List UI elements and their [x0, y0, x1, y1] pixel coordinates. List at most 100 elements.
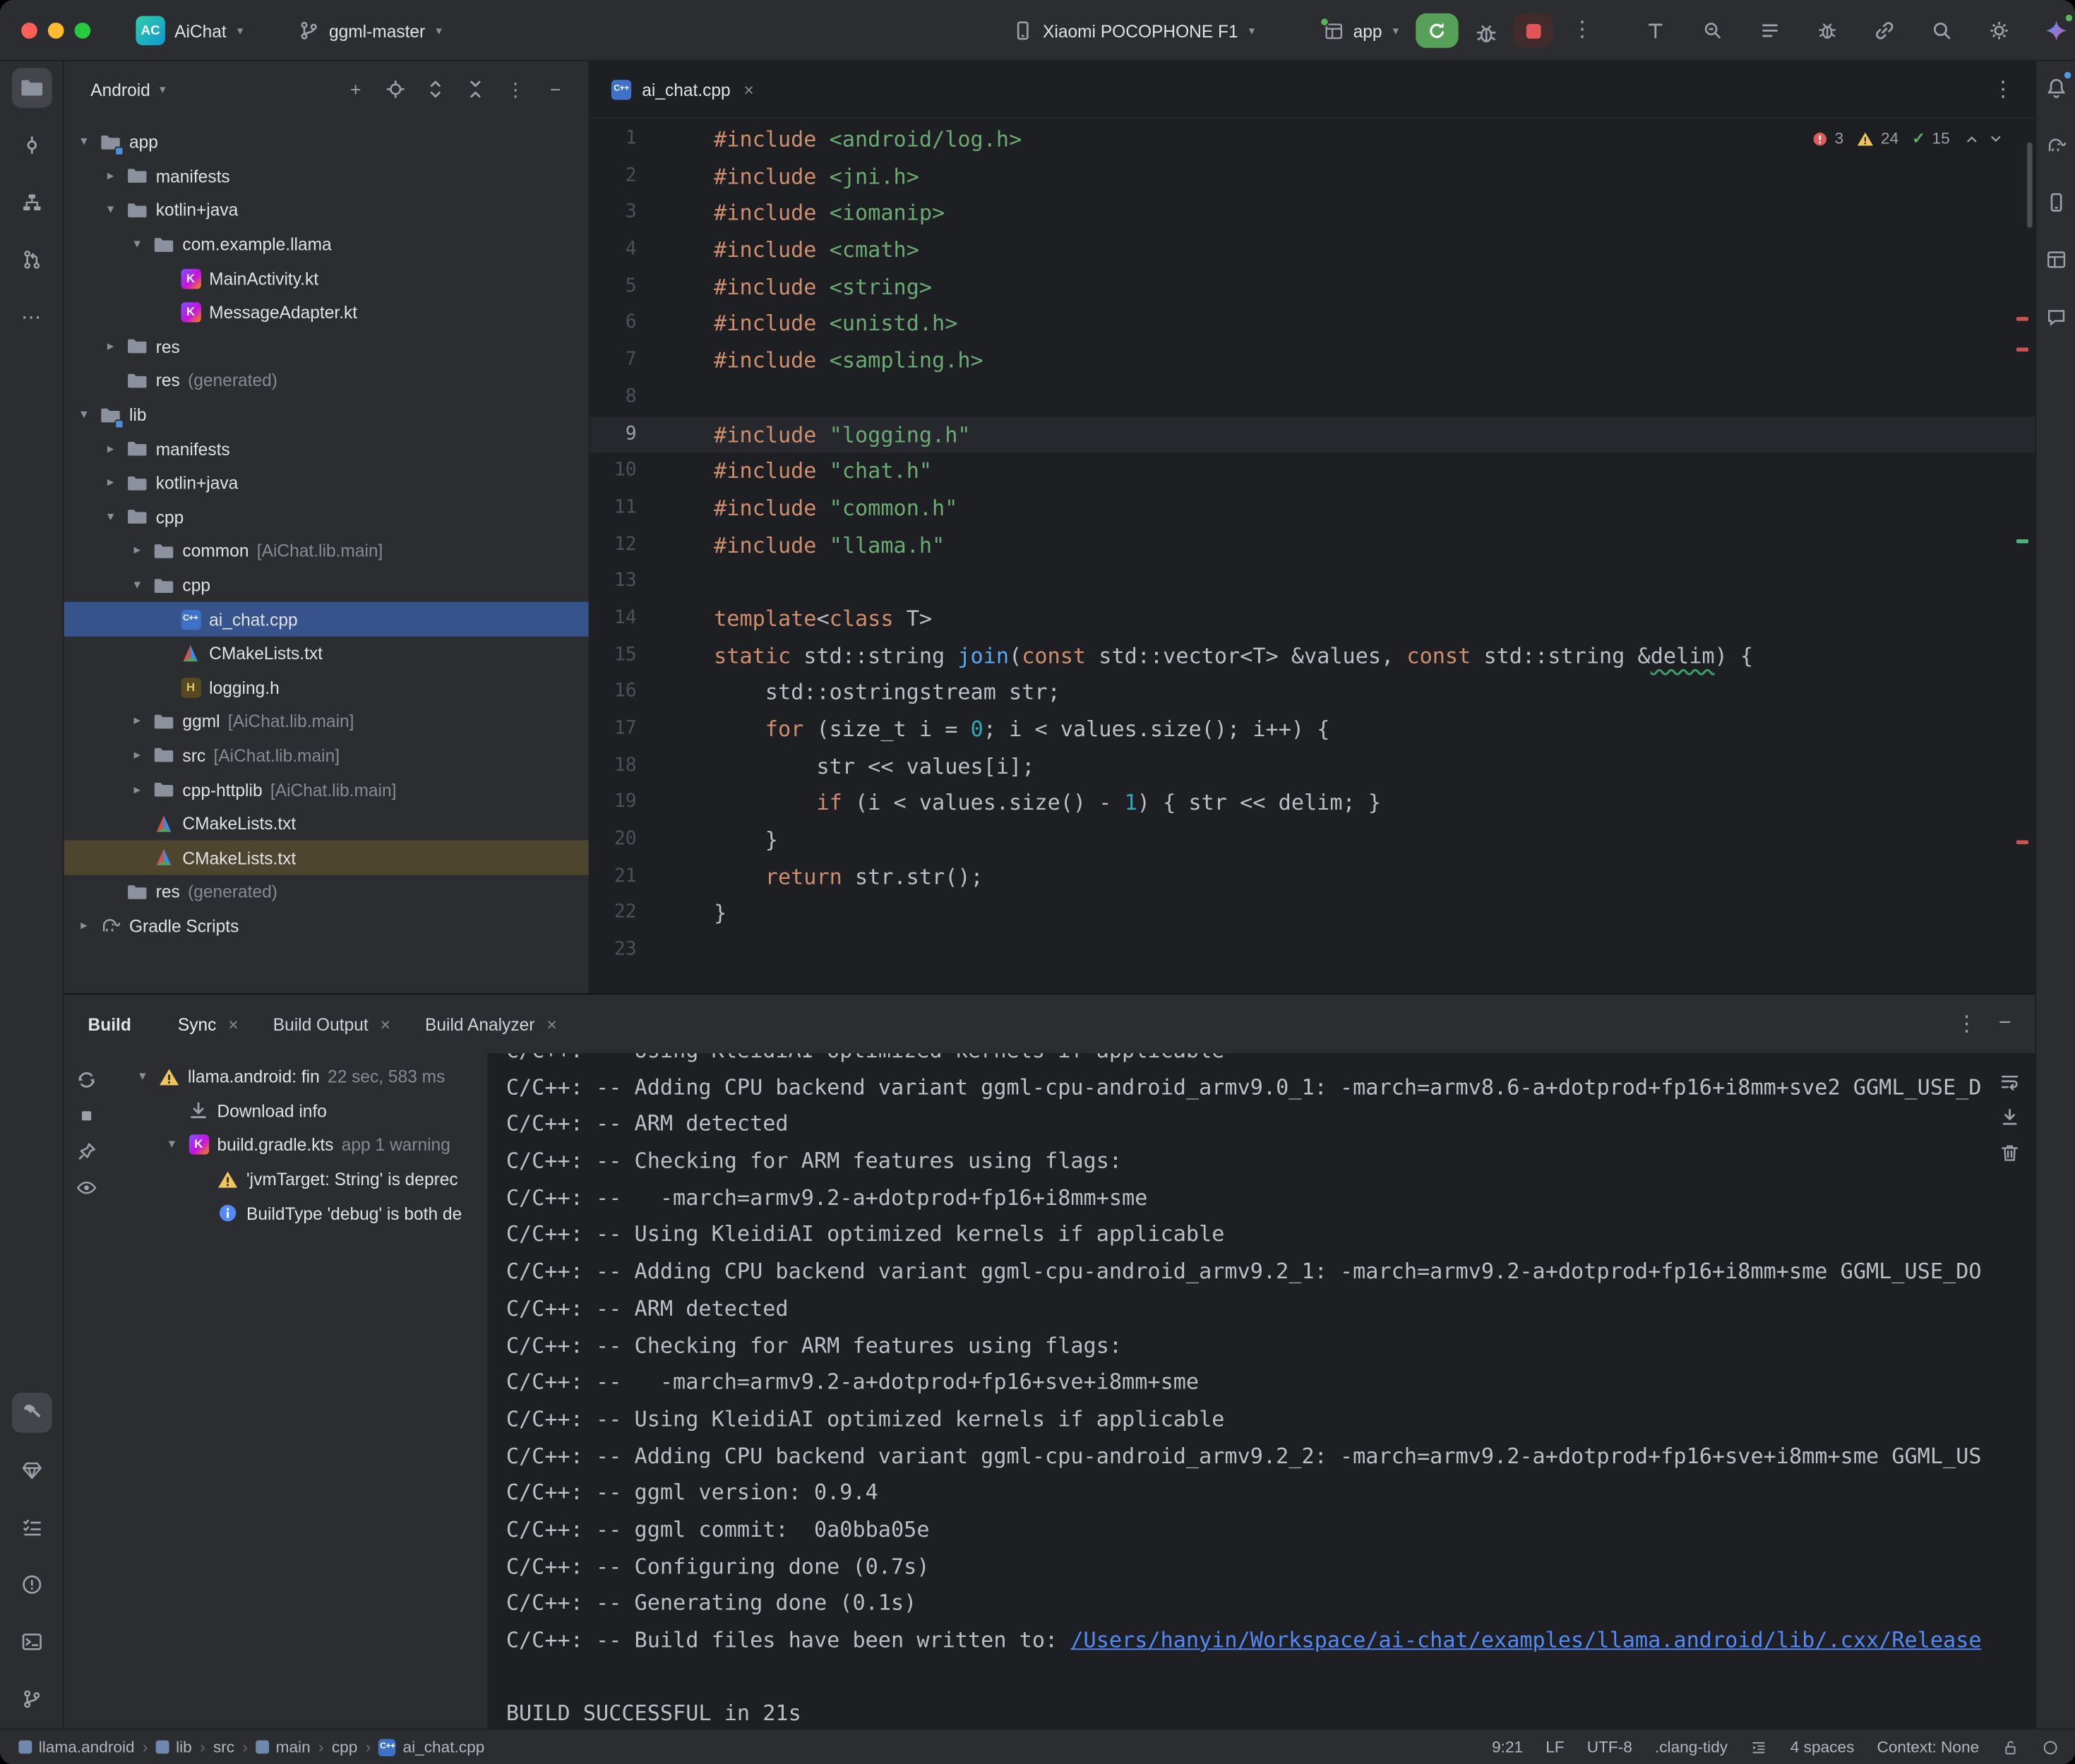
- chevron-expanded-icon[interactable]: ▾: [126, 237, 148, 252]
- console-line[interactable]: C/C++: -- ARM detected: [506, 1290, 2035, 1327]
- console-line[interactable]: C/C++: -- -march=armv9.2-a+dotprod+fp16+…: [506, 1364, 2035, 1400]
- project-selector[interactable]: AC AiChat ▾: [128, 11, 251, 51]
- cursor-position-widget[interactable]: 9:21: [1492, 1738, 1523, 1756]
- more-actions-icon[interactable]: ⋮: [1572, 16, 1593, 43]
- close-tab-icon[interactable]: ×: [381, 1014, 390, 1033]
- terminal-tool-button[interactable]: [11, 1622, 52, 1662]
- build-tool-button[interactable]: [11, 1393, 52, 1433]
- lock-button[interactable]: [2002, 1739, 2019, 1756]
- close-tab-icon[interactable]: ×: [228, 1014, 238, 1033]
- code-line-5[interactable]: #include <string>: [590, 269, 2035, 306]
- dependencies-tool-button[interactable]: [11, 1450, 52, 1490]
- console-line[interactable]: C/C++: -- ggml version: 0.9.4: [506, 1475, 2035, 1511]
- device-selector[interactable]: Xiaomi POCOPHONE F1 ▾: [1004, 11, 1262, 51]
- console-line[interactable]: C/C++: -- Using KleidiAI optimized kerne…: [506, 1400, 2035, 1437]
- project-tool-button[interactable]: [11, 68, 52, 108]
- error-stripe-mark[interactable]: [2016, 347, 2028, 352]
- locate-file-button[interactable]: [380, 73, 412, 105]
- code-line-16[interactable]: std::ostringstream str;: [590, 674, 2035, 711]
- code-line-20[interactable]: }: [590, 822, 2035, 858]
- more-tool-windows-button[interactable]: ⋯: [11, 297, 52, 337]
- next-issue-icon[interactable]: [1987, 130, 2005, 148]
- console-link[interactable]: /Users/hanyin/Workspace/ai-chat/examples…: [1070, 1627, 1981, 1652]
- commit-tool-button[interactable]: [11, 125, 52, 165]
- tree-item-gradle-scripts[interactable]: ▸Gradle Scripts: [64, 909, 589, 943]
- code-line-15[interactable]: static std::string join(const std::vecto…: [590, 637, 2035, 674]
- code-line-7[interactable]: #include <sampling.h>: [590, 342, 2035, 379]
- line-separator-widget[interactable]: LF: [1545, 1738, 1564, 1756]
- settings-button[interactable]: [1983, 15, 2015, 47]
- build-panel-options-icon[interactable]: ⋮: [1956, 1011, 1977, 1038]
- line-number-gutter[interactable]: 1234567891011121314151617181920212223: [590, 121, 637, 969]
- tree-item-mainactivity-kt[interactable]: KMainActivity.kt: [64, 261, 589, 295]
- collapse-all-button[interactable]: [460, 73, 491, 105]
- scroll-to-end-icon[interactable]: [1999, 1107, 2020, 1128]
- editor-options-icon[interactable]: ⋮: [1992, 76, 2035, 103]
- error-stripe-mark[interactable]: [2016, 317, 2028, 321]
- chevron-expanded-icon[interactable]: ▾: [132, 1069, 153, 1084]
- status-indicator-button[interactable]: [2042, 1739, 2059, 1756]
- tree-item-messageadapter-kt[interactable]: KMessageAdapter.kt: [64, 296, 589, 330]
- chevron-expanded-icon[interactable]: ▾: [100, 510, 121, 524]
- console-line[interactable]: C/C++: -- Build files have been written …: [506, 1622, 2035, 1659]
- close-window-button[interactable]: [21, 23, 37, 39]
- profiler-button[interactable]: [1812, 15, 1843, 47]
- run-button[interactable]: [1416, 13, 1458, 48]
- code-search-button[interactable]: [1697, 15, 1728, 47]
- tree-item-llama-android-fin[interactable]: ▾llama.android: fin22 sec, 583 ms: [64, 1060, 488, 1094]
- code-line-19[interactable]: if (i < values.size() - 1) { str << deli…: [590, 785, 2035, 822]
- code-line-8[interactable]: [590, 379, 2035, 416]
- chevron-collapsed-icon[interactable]: ▸: [100, 340, 121, 354]
- pull-requests-tool-button[interactable]: [11, 240, 52, 280]
- tree-item-buildtype-debug-is-both-de[interactable]: BuildType 'debug' is both de: [64, 1196, 488, 1230]
- code-style-button[interactable]: [1750, 1739, 1768, 1756]
- breadcrumb-item-cpp[interactable]: cpp: [332, 1738, 358, 1756]
- change-stripe-mark[interactable]: [2016, 539, 2028, 544]
- breadcrumb-item-llama-android[interactable]: llama.android: [18, 1738, 134, 1756]
- tree-item-cmakelists-txt[interactable]: CMakeLists.txt: [64, 841, 589, 875]
- expand-all-button[interactable]: [419, 73, 451, 105]
- console-line[interactable]: C/C++: -- ggml commit: 0a0bba05e: [506, 1511, 2035, 1548]
- context-widget[interactable]: Context: None: [1877, 1738, 1979, 1756]
- build-console[interactable]: C/C++: -- Using KleidiAI optimized kerne…: [489, 1053, 2035, 1728]
- chevron-expanded-icon[interactable]: ▾: [73, 407, 95, 422]
- console-line[interactable]: BUILD SUCCESSFUL in 21s: [506, 1696, 2035, 1728]
- editor-body[interactable]: #include <android/log.h>#include <jni.h>…: [590, 119, 2035, 993]
- console-line[interactable]: C/C++: -- Generating done (0.1s): [506, 1585, 2035, 1621]
- breadcrumb-item-ai-chat-cpp[interactable]: C++ai_chat.cpp: [379, 1738, 485, 1756]
- tree-item-app[interactable]: ▾app: [64, 125, 589, 159]
- inspections-widget[interactable]: 3 24 ✓ 15: [1801, 125, 2014, 152]
- chevron-collapsed-icon[interactable]: ▸: [100, 476, 121, 491]
- minimize-window-button[interactable]: [48, 23, 64, 39]
- todo-tool-button[interactable]: [11, 1507, 52, 1547]
- breadcrumb-item-lib[interactable]: lib: [156, 1738, 192, 1756]
- code-line-14[interactable]: template<class T>: [590, 601, 2035, 637]
- tree-item-manifests[interactable]: ▸manifests: [64, 432, 589, 466]
- close-tab-icon[interactable]: ×: [546, 1014, 556, 1033]
- console-line[interactable]: C/C++: -- Adding CPU backend variant ggm…: [506, 1253, 2035, 1290]
- project-view-selector[interactable]: Android ▾: [90, 79, 165, 99]
- tree-item-lib[interactable]: ▾lib: [64, 398, 589, 432]
- tree-item-ggml[interactable]: ▸ggml[AiChat.lib.main]: [64, 704, 589, 738]
- console-line[interactable]: C/C++: -- Configuring done (0.7s): [506, 1548, 2035, 1585]
- tree-item-cmakelists-txt[interactable]: CMakeLists.txt: [64, 637, 589, 671]
- chevron-collapsed-icon[interactable]: ▸: [100, 169, 121, 184]
- tree-item-kotlin-java[interactable]: ▸kotlin+java: [64, 466, 589, 500]
- chevron-collapsed-icon[interactable]: ▸: [126, 544, 148, 558]
- console-line[interactable]: [506, 1659, 2035, 1696]
- run-configuration-selector[interactable]: app ▾: [1316, 11, 1407, 51]
- console-line[interactable]: C/C++: -- Checking for ARM features usin…: [506, 1143, 2035, 1180]
- code-line-11[interactable]: #include "common.h": [590, 490, 2035, 527]
- chevron-collapsed-icon[interactable]: ▸: [126, 782, 148, 797]
- device-manager-button[interactable]: [2040, 186, 2071, 218]
- chevron-expanded-icon[interactable]: ▾: [73, 135, 95, 150]
- tab-build-analyzer[interactable]: Build Analyzer×: [408, 995, 575, 1053]
- code-line-21[interactable]: return str.str();: [590, 858, 2035, 895]
- chevron-collapsed-icon[interactable]: ▸: [126, 714, 148, 729]
- tree-item-com-example-llama[interactable]: ▾com.example.llama: [64, 227, 589, 261]
- console-line[interactable]: C/C++: -- -march=armv9.2-a+dotprod+fp16+…: [506, 1180, 2035, 1216]
- code-line-9[interactable]: #include "logging.h": [590, 416, 2035, 453]
- code-line-6[interactable]: #include <unistd.h>: [590, 306, 2035, 342]
- code-line-3[interactable]: #include <iomanip>: [590, 195, 2035, 232]
- console-line[interactable]: C/C++: -- Using KleidiAI optimized kerne…: [506, 1053, 2035, 1069]
